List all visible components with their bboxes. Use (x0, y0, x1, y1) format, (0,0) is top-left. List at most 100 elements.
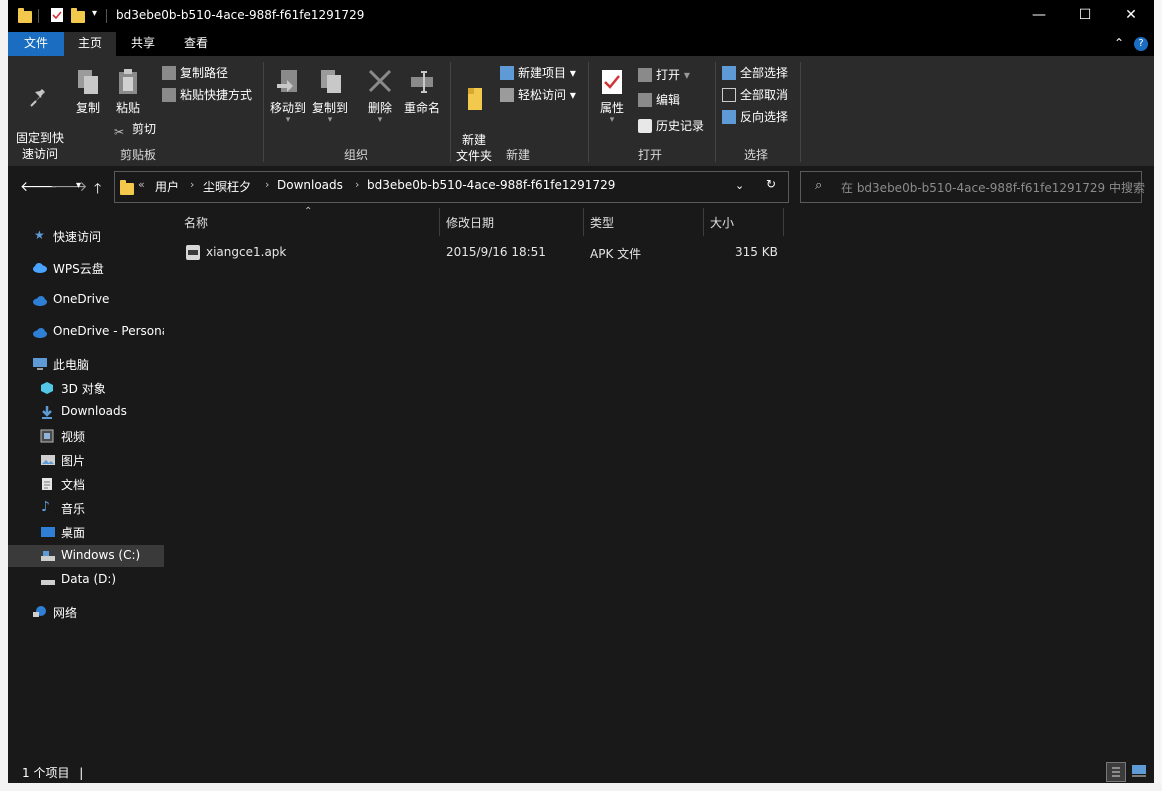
breadcrumb-overflow[interactable]: « (138, 178, 145, 191)
desktop-icon (40, 525, 55, 539)
nav-item-wps-cloud[interactable]: WPS云盘 (8, 257, 164, 279)
column-header-size[interactable]: 大小 (710, 214, 734, 231)
paste-icon (119, 69, 137, 94)
nav-item-this-pc[interactable]: 此电脑 (8, 353, 164, 375)
large-icons-view-icon (1132, 765, 1146, 777)
scissors-icon: ✂ (114, 125, 125, 139)
invert-selection-icon (722, 110, 736, 124)
history-button[interactable]: 历史记录 (638, 118, 704, 134)
file-type: APK 文件 (590, 247, 642, 261)
item-count-label: 1 个项目 (22, 766, 70, 780)
paste-shortcut-button[interactable]: 粘贴快捷方式 (162, 87, 252, 103)
copy-path-button[interactable]: 复制路径 (162, 65, 228, 81)
nav-item-label: 音乐 (61, 502, 86, 516)
tab-view[interactable]: 查看 (172, 32, 220, 56)
customize-quick-access-icon[interactable]: ▾ (92, 8, 102, 26)
select-none-label: 全部取消 (740, 88, 789, 102)
column-header-type[interactable]: 类型 (590, 214, 614, 231)
file-modified: 2015/9/16 18:51 (446, 245, 546, 259)
delete-button[interactable]: 删除 ▾ (364, 68, 396, 125)
nav-item-label: 网络 (53, 606, 78, 620)
chevron-right-icon: › (355, 178, 360, 191)
nav-item-windows-c[interactable]: Windows (C:) (8, 545, 164, 567)
nav-item-downloads[interactable]: Downloads (8, 401, 164, 423)
search-icon: ⌕ (815, 178, 823, 193)
copy-button[interactable]: 复制 (70, 68, 106, 116)
new-item-label: 新建项目 (518, 66, 567, 80)
refresh-icon[interactable]: ↻ (766, 177, 776, 191)
nav-item-documents[interactable]: 文档 (8, 473, 164, 495)
tab-home[interactable]: 主页 (64, 32, 116, 56)
breadcrumb-downloads[interactable]: Downloads (277, 178, 343, 192)
invert-selection-button[interactable]: 反向选择 (722, 109, 788, 125)
column-divider[interactable] (583, 208, 584, 236)
nav-item-label: Windows (C:) (61, 548, 141, 562)
nav-item-label: OneDrive - Persona (53, 324, 164, 338)
breadcrumb-user-folder[interactable]: 尘暝枉夕 (203, 178, 251, 195)
search-box[interactable]: ⌕ 在 bd3ebe0b-b510-4ace-988f-f61fe1291729… (800, 171, 1145, 203)
up-arrow-icon[interactable]: 🡑 (94, 178, 101, 202)
nav-item-network[interactable]: 网络 (8, 601, 164, 623)
nav-item-quick-access[interactable]: ★ 快速访问 (8, 225, 164, 247)
column-header-name[interactable]: 名称 (184, 214, 208, 231)
properties-quick-icon[interactable] (50, 7, 64, 25)
document-icon (40, 477, 54, 491)
close-button[interactable]: ✕ (1108, 0, 1154, 32)
recent-locations-icon[interactable]: ▾ (76, 180, 81, 191)
address-bar[interactable]: « 用户 › 尘暝枉夕 › Downloads › bd3ebe0b-b510-… (114, 171, 789, 203)
properties-button[interactable]: 属性 ▾ (592, 68, 632, 125)
move-to-button[interactable]: 移动到 ▾ (268, 68, 308, 125)
open-button[interactable]: 打开 ▾ (638, 67, 690, 83)
nav-item-onedrive[interactable]: OneDrive (8, 289, 164, 311)
tab-file[interactable]: 文件 (8, 32, 64, 56)
nav-item-onedrive-personal[interactable]: OneDrive - Persona (8, 321, 164, 343)
open-label: 打开 (656, 68, 681, 82)
tab-share[interactable]: 共享 (118, 32, 168, 56)
file-explorer-window: ▾ bd3ebe0b-b510-4ace-988f-f61fe1291729 —… (8, 0, 1154, 783)
select-all-button[interactable]: 全部选择 (722, 65, 788, 81)
copy-path-label: 复制路径 (180, 66, 229, 80)
column-divider[interactable] (783, 208, 784, 236)
pin-quick-access-button[interactable]: 固定到快 速访问 (12, 68, 68, 162)
nav-item-label: 图片 (61, 454, 86, 468)
details-view-button[interactable] (1106, 762, 1126, 782)
star-icon: ★ (34, 228, 45, 242)
window-title: bd3ebe0b-b510-4ace-988f-f61fe1291729 (116, 8, 365, 22)
help-icon[interactable]: ? (1134, 37, 1148, 51)
copy-to-button[interactable]: 复制到 ▾ (310, 68, 350, 125)
edit-button[interactable]: 编辑 (638, 92, 680, 108)
pin-label: 固定到快 速访问 (15, 131, 64, 161)
column-divider[interactable] (703, 208, 704, 236)
rename-button[interactable]: 重命名 (402, 68, 442, 116)
new-folder-quick-icon[interactable] (71, 7, 87, 25)
group-separator (800, 62, 801, 162)
details-view-icon (1112, 767, 1120, 777)
nav-item-data-d[interactable]: Data (D:) (8, 569, 164, 591)
nav-item-desktop[interactable]: 桌面 (8, 521, 164, 543)
cut-button[interactable]: ✂ 剪切 (114, 121, 156, 139)
paste-button[interactable]: 粘贴 (110, 68, 146, 116)
open-icon (638, 68, 652, 82)
minimize-button[interactable]: — (1016, 0, 1062, 32)
nav-item-videos[interactable]: 视频 (8, 425, 164, 447)
nav-item-music[interactable]: ♪ 音乐 (8, 497, 164, 519)
network-icon (32, 605, 46, 619)
breadcrumb-current-folder[interactable]: bd3ebe0b-b510-4ace-988f-f61fe1291729 (367, 178, 615, 192)
maximize-button[interactable]: ☐ (1062, 0, 1108, 32)
forward-arrow-icon[interactable]: 🡒 (50, 178, 88, 195)
large-icons-view-button[interactable] (1130, 762, 1148, 780)
history-label: 历史记录 (656, 119, 705, 133)
easy-access-button[interactable]: 轻松访问 ▾ (500, 87, 576, 103)
column-divider[interactable] (439, 208, 440, 236)
nav-item-3d-objects[interactable]: 3D 对象 (8, 377, 164, 399)
breadcrumb-users[interactable]: 用户 (155, 178, 179, 195)
column-header-modified[interactable]: 修改日期 (446, 214, 494, 231)
nav-item-pictures[interactable]: 图片 (8, 449, 164, 471)
address-history-dropdown-icon[interactable]: ⌄ (735, 179, 744, 192)
paste-label: 粘贴 (115, 101, 140, 115)
nav-item-label: 文档 (61, 478, 86, 492)
new-item-button[interactable]: 新建项目 ▾ (500, 65, 576, 81)
drive-icon (40, 549, 55, 563)
select-none-button[interactable]: 全部取消 (722, 87, 788, 103)
collapse-ribbon-icon[interactable]: ⌃ (1114, 36, 1124, 50)
